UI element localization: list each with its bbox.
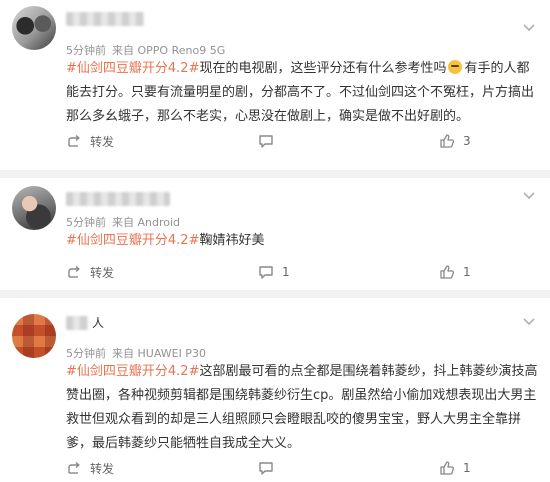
like-button[interactable]: 3 xyxy=(439,133,471,149)
comment-icon xyxy=(259,135,273,148)
like-count: 1 xyxy=(463,265,471,279)
like-icon xyxy=(440,461,455,475)
share-icon xyxy=(68,461,80,474)
action-bar: 转发 1 xyxy=(0,460,550,482)
comment-post: 人 5分钟前 来自 HUAWEI P30 #仙剑四豆瓣开分4.2#这部剧最可看的点… xyxy=(0,298,550,482)
avatar[interactable] xyxy=(12,186,56,230)
like-icon xyxy=(440,265,455,279)
like-button[interactable]: 1 xyxy=(439,264,471,280)
comment-post: 5分钟前 来自 Android #仙剑四豆瓣开分4.2#鞠婧祎好美 转发 1 1 xyxy=(0,178,550,290)
share-button[interactable]: 转发 xyxy=(66,264,114,281)
share-label: 转发 xyxy=(90,266,115,280)
post-source: 来自 HUAWEI P30 xyxy=(112,347,206,360)
chevron-down-icon[interactable] xyxy=(522,190,536,200)
post-content: #仙剑四豆瓣开分4.2#这部剧最可看的点全都是围绕着韩菱纱，抖上韩菱纱演技高赞出… xyxy=(66,360,538,456)
post-content: #仙剑四豆瓣开分4.2#现在的电视剧，这些评分还有什么参考性吗 有手的人都能去打分… xyxy=(66,57,538,129)
username-redacted[interactable] xyxy=(66,316,88,330)
like-button[interactable]: 1 xyxy=(439,460,471,476)
avatar[interactable] xyxy=(12,6,56,50)
hashtag-link[interactable]: #仙剑四豆瓣开分4.2# xyxy=(66,61,199,76)
username-redacted[interactable] xyxy=(66,12,144,26)
share-button[interactable]: 转发 xyxy=(66,133,114,150)
post-text: 鞠婧祎好美 xyxy=(199,233,265,248)
post-time: 5分钟前 xyxy=(66,347,106,360)
share-button[interactable]: 转发 xyxy=(66,460,114,477)
post-text: 现在的电视剧，这些评分还有什么参考性吗 xyxy=(199,61,447,76)
post-meta: 5分钟前 来自 HUAWEI P30 xyxy=(66,345,212,361)
like-icon xyxy=(440,134,455,148)
post-time: 5分钟前 xyxy=(66,44,106,57)
comment-post: 5分钟前 来自 OPPO Reno9 5G #仙剑四豆瓣开分4.2#现在的电视剧，… xyxy=(0,0,550,170)
share-label: 转发 xyxy=(90,135,115,149)
username-visible-part[interactable]: 人 xyxy=(92,314,104,331)
share-icon xyxy=(68,265,80,278)
comment-button[interactable] xyxy=(258,133,282,149)
post-divider xyxy=(0,170,550,178)
chevron-down-icon[interactable] xyxy=(522,316,536,326)
hashtag-link[interactable]: #仙剑四豆瓣开分4.2# xyxy=(66,233,199,248)
comment-count: 1 xyxy=(282,265,290,279)
comment-button[interactable] xyxy=(258,460,282,476)
post-divider xyxy=(0,290,550,298)
sweat-smile-emoji-icon xyxy=(448,60,463,74)
avatar[interactable] xyxy=(12,314,56,358)
action-bar: 转发 1 1 xyxy=(0,264,550,286)
post-time: 5分钟前 xyxy=(66,216,106,229)
comment-feed: 5分钟前 来自 OPPO Reno9 5G #仙剑四豆瓣开分4.2#现在的电视剧，… xyxy=(0,0,550,482)
comment-icon xyxy=(259,266,273,279)
post-meta: 5分钟前 来自 OPPO Reno9 5G xyxy=(66,42,231,58)
post-source: 来自 OPPO Reno9 5G xyxy=(112,44,226,57)
share-icon xyxy=(68,134,80,147)
post-content: #仙剑四豆瓣开分4.2#鞠婧祎好美 xyxy=(66,229,538,253)
action-bar: 转发 3 xyxy=(0,133,550,155)
like-count: 1 xyxy=(463,461,471,475)
username-redacted[interactable] xyxy=(66,192,170,206)
post-source: 来自 Android xyxy=(112,216,181,229)
share-label: 转发 xyxy=(90,462,115,476)
chevron-down-icon[interactable] xyxy=(522,22,536,32)
comment-icon xyxy=(259,462,273,475)
hashtag-link[interactable]: #仙剑四豆瓣开分4.2# xyxy=(66,364,199,379)
post-meta: 5分钟前 来自 Android xyxy=(66,214,186,230)
like-count: 3 xyxy=(463,134,471,148)
comment-button[interactable]: 1 xyxy=(258,264,290,280)
